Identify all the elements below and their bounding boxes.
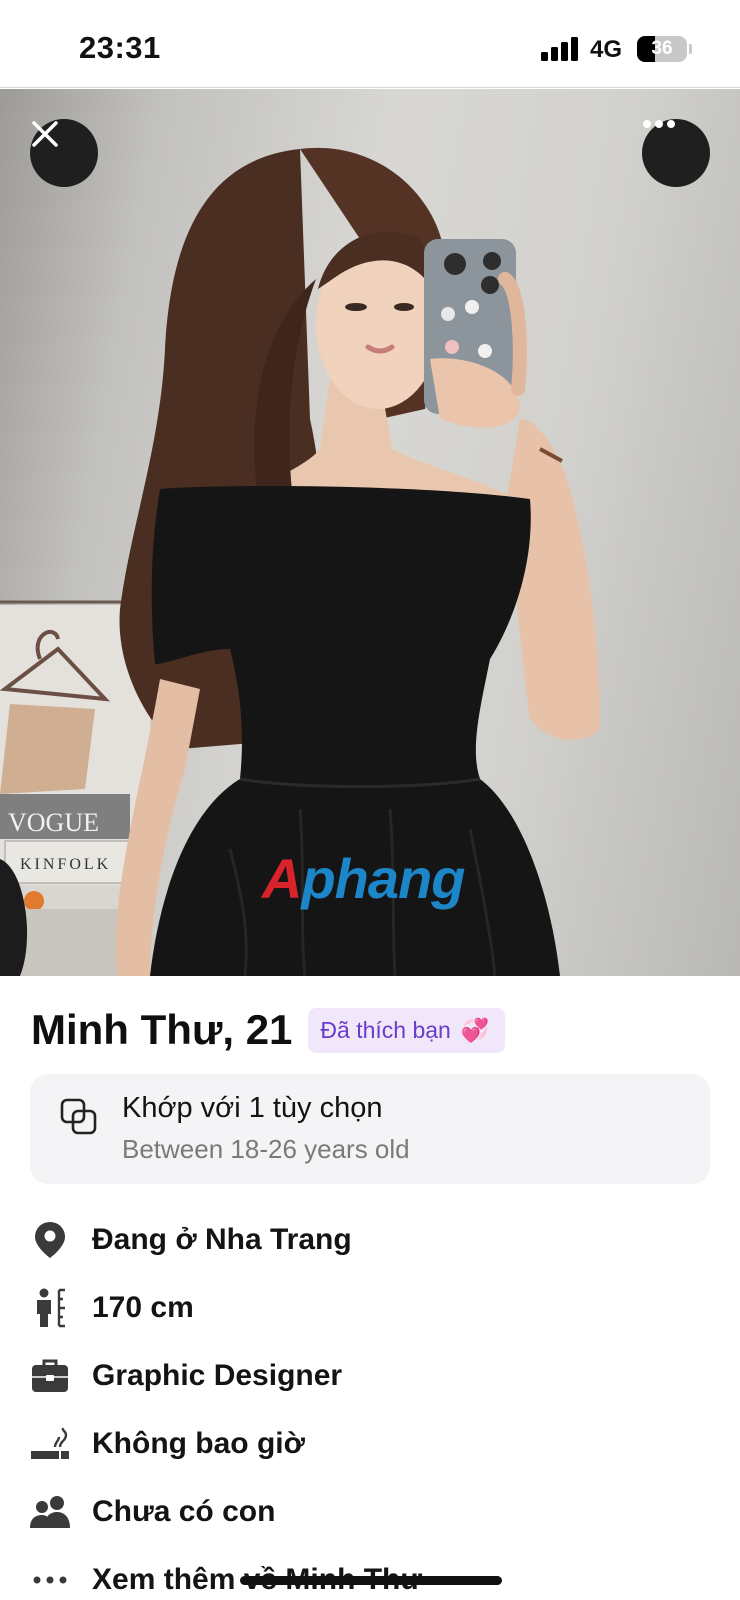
people-icon — [30, 1492, 70, 1532]
match-subtitle: Between 18-26 years old — [122, 1134, 410, 1164]
detail-text: Đang ở Nha Trang — [92, 1223, 352, 1256]
profile-photo[interactable]: VOGUE KINFOLK Aphang — [0, 89, 740, 976]
liked-you-badge: Đã thích bạn 💞 — [308, 1007, 506, 1053]
book-vogue-label: VOGUE — [8, 808, 99, 837]
liked-you-label: Đã thích bạn — [320, 1016, 451, 1043]
profile-name-age: Minh Thư, 21 — [31, 1006, 293, 1053]
detail-smoking: Không bao giờ — [30, 1410, 710, 1478]
detail-height: 170 cm — [30, 1274, 710, 1342]
signal-icon — [541, 37, 579, 61]
detail-job: Graphic Designer — [30, 1342, 710, 1410]
photo-illustration: VOGUE KINFOLK — [0, 147, 600, 976]
book-kinfolk-label: KINFOLK — [20, 856, 111, 873]
watermark-logo: Aphang — [262, 847, 465, 910]
status-time: 23:31 — [79, 30, 161, 65]
detail-children: Chưa có con — [30, 1478, 710, 1546]
preference-match-card: Khớp với 1 tùy chọn Between 18-26 years … — [30, 1074, 710, 1184]
detail-location: Đang ở Nha Trang — [30, 1206, 710, 1274]
more-options-button[interactable] — [642, 119, 710, 187]
close-icon — [32, 121, 58, 147]
see-more-link[interactable]: Xem thêm về Minh Thư — [30, 1546, 710, 1600]
battery-percent: 36 — [651, 38, 673, 59]
more-dots-icon — [30, 1560, 70, 1600]
detail-text: 170 cm — [92, 1291, 194, 1324]
detail-text: Chưa có con — [92, 1495, 276, 1528]
location-pin-icon — [30, 1220, 70, 1260]
smoking-icon — [30, 1424, 70, 1464]
heart-emoji-icon: 💞 — [460, 1016, 490, 1043]
briefcase-icon — [30, 1356, 70, 1396]
detail-text: Graphic Designer — [92, 1359, 343, 1392]
detail-text: Không bao giờ — [92, 1427, 305, 1460]
battery-icon: 36 — [637, 36, 687, 62]
status-bar: 23:31 4G 36 — [0, 0, 740, 88]
name-row: Minh Thư, 21 Đã thích bạn 💞 — [31, 1006, 506, 1054]
network-type: 4G — [590, 36, 623, 63]
more-icon — [643, 120, 675, 128]
profile-details-list: Đang ở Nha Trang 170 cm Graphic Designer… — [30, 1206, 710, 1600]
match-title: Khớp với 1 tùy chọn — [122, 1092, 383, 1124]
battery-nub — [689, 44, 692, 54]
overlap-squares-icon — [60, 1098, 97, 1135]
home-indicator[interactable] — [240, 1576, 502, 1585]
close-button[interactable] — [30, 119, 98, 187]
height-icon — [30, 1288, 70, 1328]
